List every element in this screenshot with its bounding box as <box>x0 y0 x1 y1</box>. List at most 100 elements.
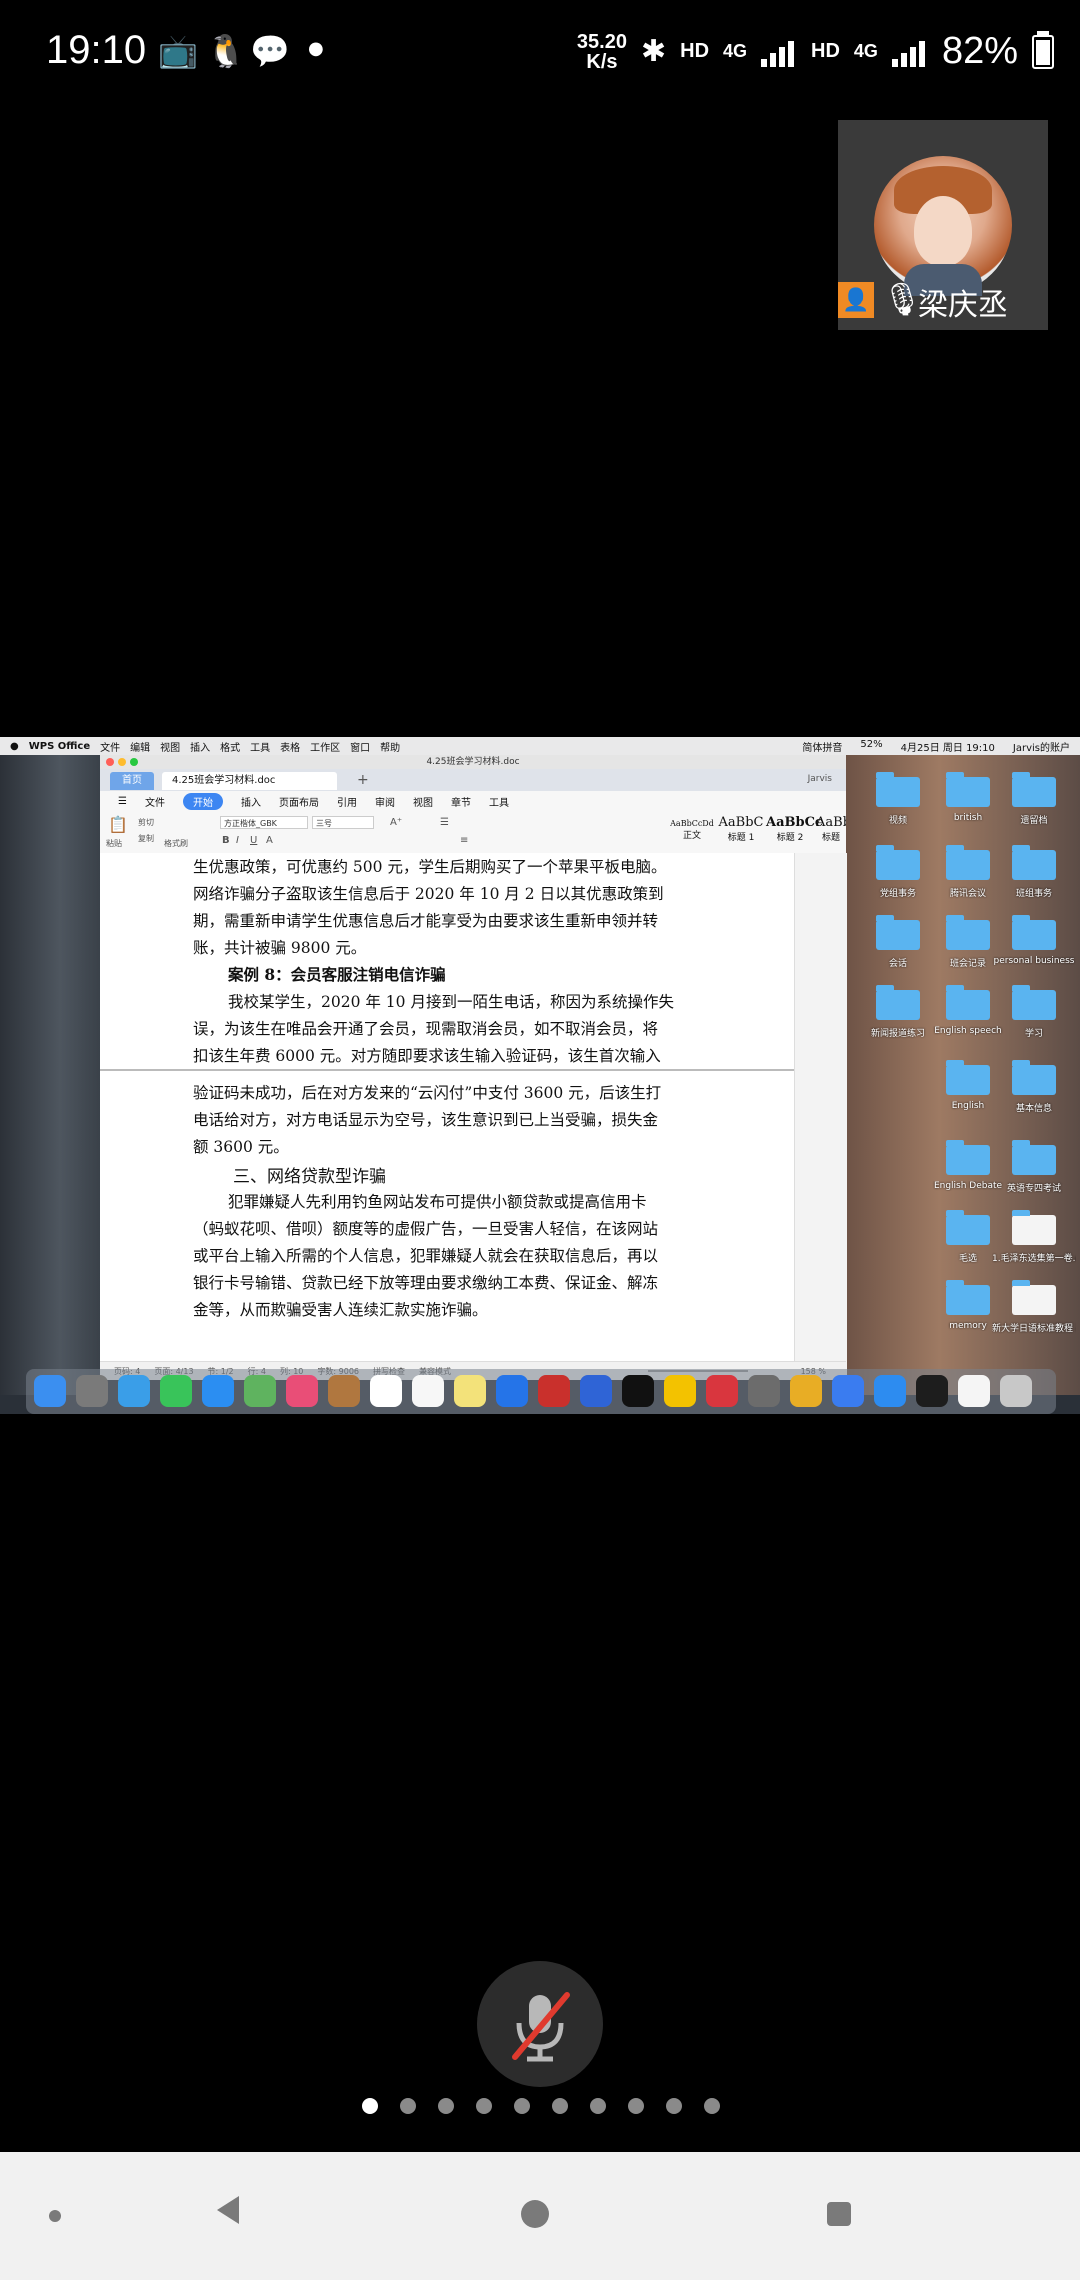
desktop-folder-icon[interactable] <box>1012 1060 1056 1095</box>
desktop-folder-icon[interactable] <box>946 1140 990 1175</box>
recent-apps-button[interactable] <box>827 2202 851 2226</box>
ribbon-tab-reference[interactable]: 引用 <box>337 794 357 809</box>
dock-app-icon[interactable] <box>286 1375 318 1407</box>
paste-icon[interactable]: 📋 <box>108 815 128 834</box>
dock-app-icon[interactable] <box>76 1375 108 1407</box>
mute-microphone-button[interactable] <box>477 1961 603 2087</box>
dock-app-icon[interactable] <box>622 1375 654 1407</box>
italic-icon[interactable]: I <box>236 835 239 846</box>
align-icon[interactable]: ≡ <box>460 835 468 846</box>
grow-font-icon[interactable]: A⁺ <box>390 817 402 828</box>
cut-button[interactable]: 剪切 <box>138 817 154 828</box>
desktop-folder-icon[interactable] <box>1012 985 1056 1020</box>
font-family-select[interactable]: 方正楷体_GBK <box>220 816 308 829</box>
ribbon-tab-layout[interactable]: 页面布局 <box>279 794 319 809</box>
dock-app-icon[interactable] <box>118 1375 150 1407</box>
page-dot-active[interactable] <box>362 2098 378 2114</box>
page-dot[interactable] <box>704 2098 720 2114</box>
dock-app-icon[interactable] <box>160 1375 192 1407</box>
style-heading2[interactable]: AaBbCc 标题 2 <box>766 815 823 843</box>
page-dot[interactable] <box>438 2098 454 2114</box>
style-heading1[interactable]: AaBbC 标题 1 <box>718 815 764 843</box>
dock-app-icon[interactable] <box>370 1375 402 1407</box>
desktop-folder-icon[interactable] <box>946 915 990 950</box>
new-tab-button[interactable]: + <box>357 772 369 788</box>
dock-app-icon[interactable] <box>958 1375 990 1407</box>
desktop-folder-icon[interactable] <box>1012 1280 1056 1315</box>
tab-home[interactable]: 首页 <box>110 772 154 790</box>
desktop-folder-icon[interactable] <box>1012 915 1056 950</box>
desktop-folder-icon[interactable] <box>946 985 990 1020</box>
paste-button[interactable]: 粘贴 <box>106 838 122 849</box>
page-dot[interactable] <box>400 2098 416 2114</box>
font-color-icon[interactable]: A <box>266 835 273 846</box>
dock-app-icon[interactable] <box>412 1375 444 1407</box>
page-dot[interactable] <box>590 2098 606 2114</box>
ribbon-tab-review[interactable]: 审阅 <box>375 794 395 809</box>
ribbon-tab-file[interactable]: 文件 <box>145 794 165 809</box>
desktop-folder-icon[interactable] <box>876 772 920 807</box>
shared-screen[interactable]: ● WPS Office 文件 编辑 视图 插入 格式 工具 表格 工作区 窗口… <box>0 737 1080 1414</box>
zoom-window-button[interactable] <box>130 758 138 766</box>
underline-icon[interactable]: U <box>250 835 257 846</box>
dock-app-icon[interactable] <box>34 1375 66 1407</box>
mac-battery: 52% <box>860 738 883 750</box>
ribbon-tab-tools[interactable]: 工具 <box>489 794 509 809</box>
ribbon-tab-chapter[interactable]: 章节 <box>451 794 471 809</box>
desktop-folder-icon[interactable] <box>946 845 990 880</box>
dock-app-icon[interactable] <box>580 1375 612 1407</box>
list-icon[interactable]: ☰ <box>440 817 449 828</box>
menu-icon[interactable]: ☰ <box>118 796 127 807</box>
doc-line: 银行卡号输错、贷款已经下放等理由要求缴纳工本费、保证金、解冻 <box>193 1274 659 1292</box>
minimize-window-button[interactable] <box>118 758 126 766</box>
dock-app-icon[interactable] <box>328 1375 360 1407</box>
style-normal[interactable]: AaBbCcDd 正文 <box>670 815 714 841</box>
dock-app-icon[interactable] <box>832 1375 864 1407</box>
dock-app-icon[interactable] <box>1000 1375 1032 1407</box>
dock-app-icon[interactable] <box>538 1375 570 1407</box>
page-dot[interactable] <box>666 2098 682 2114</box>
page-dot[interactable] <box>628 2098 644 2114</box>
style-heading[interactable]: AaBb 标题 <box>816 815 846 843</box>
desktop-folder-icon[interactable] <box>876 915 920 950</box>
format-painter-button[interactable]: 格式刷 <box>164 838 188 849</box>
ribbon-tab-start[interactable]: 开始 <box>182 792 223 810</box>
page-dot[interactable] <box>476 2098 492 2114</box>
back-button[interactable] <box>217 2196 239 2224</box>
desktop-folder-icon[interactable] <box>876 985 920 1020</box>
page-dot[interactable] <box>552 2098 568 2114</box>
dock-app-icon[interactable] <box>748 1375 780 1407</box>
dock-app-icon[interactable] <box>706 1375 738 1407</box>
dock-app-icon[interactable] <box>664 1375 696 1407</box>
dock-app-icon[interactable] <box>202 1375 234 1407</box>
desktop-folder-icon[interactable] <box>946 1060 990 1095</box>
dock-app-icon[interactable] <box>790 1375 822 1407</box>
close-window-button[interactable] <box>106 758 114 766</box>
dock-app-icon[interactable] <box>874 1375 906 1407</box>
copy-button[interactable]: 复制 <box>138 833 154 844</box>
desktop-folder-icon[interactable] <box>1012 1140 1056 1175</box>
dock-app-icon[interactable] <box>244 1375 276 1407</box>
desktop-folder-icon[interactable] <box>876 845 920 880</box>
network-type: 4G <box>853 41 878 61</box>
desktop-folder-icon[interactable] <box>1012 1210 1056 1245</box>
desktop-folder-icon[interactable] <box>946 1210 990 1245</box>
ribbon-tab-insert[interactable]: 插入 <box>241 794 261 809</box>
dock-app-icon[interactable] <box>496 1375 528 1407</box>
participant-video-tile[interactable]: 👤 🎙 梁庆丞 <box>838 120 1048 330</box>
ribbon-tab-view[interactable]: 视图 <box>413 794 433 809</box>
dock-app-icon[interactable] <box>916 1375 948 1407</box>
desktop-folder-icon[interactable] <box>946 772 990 807</box>
user-account[interactable]: Jarvis <box>808 774 832 784</box>
nav-assist-button[interactable] <box>49 2210 61 2222</box>
font-size-select[interactable]: 三号 <box>312 816 374 829</box>
desktop-folder-icon[interactable] <box>1012 845 1056 880</box>
dock-app-icon[interactable] <box>454 1375 486 1407</box>
desktop-folder-icon[interactable] <box>946 1280 990 1315</box>
home-button[interactable] <box>521 2200 549 2228</box>
bold-icon[interactable]: B <box>222 835 230 846</box>
desktop-folder-icon[interactable] <box>1012 772 1056 807</box>
document-page[interactable]: 生优惠政策，可优惠约 500 元，学生后期购买了一个苹果平板电脑。 网络诈骗分子… <box>100 853 794 1361</box>
page-dot[interactable] <box>514 2098 530 2114</box>
tab-document[interactable]: 4.25班会学习材料.doc <box>162 772 337 790</box>
